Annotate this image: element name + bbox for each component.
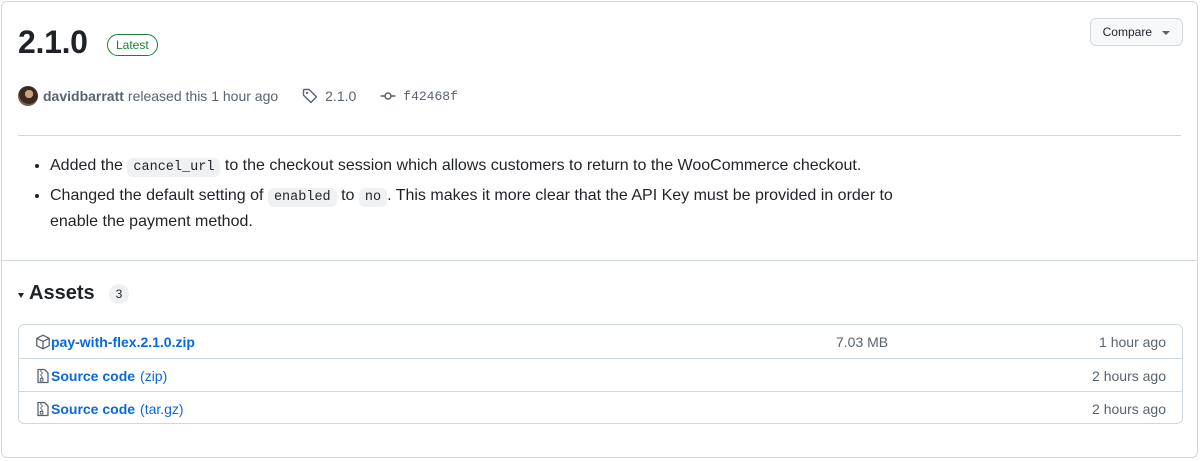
- release-meta: davidbarratt released this 1 hour ago 2.…: [18, 84, 458, 108]
- asset-link-sub: (zip): [140, 367, 168, 384]
- asset-link-label: Source code: [51, 400, 136, 417]
- assets-count: 3: [108, 283, 130, 304]
- compare-label: Compare: [1102, 25, 1152, 39]
- note-text: to the checkout session which allows cus…: [220, 157, 862, 174]
- asset-time: 2 hours ago: [1092, 400, 1166, 417]
- asset-time: 1 hour ago: [1099, 333, 1166, 350]
- triangle-down-icon: [18, 293, 24, 298]
- released-text: released this 1 hour ago: [127, 88, 279, 104]
- asset-link[interactable]: pay-with-flex.2.1.0.zip: [51, 334, 195, 350]
- latest-badge: Latest: [107, 34, 158, 56]
- asset-link[interactable]: Source code (tar.gz): [51, 401, 184, 417]
- tag-link[interactable]: 2.1.0: [302, 88, 356, 104]
- note-text: to: [336, 187, 359, 204]
- asset-size: 7.03 MB: [836, 333, 889, 350]
- file-zip-icon: [37, 368, 49, 384]
- assets-toggle[interactable]: Assets 3: [18, 282, 130, 305]
- note-text: Changed the default setting of: [50, 187, 268, 204]
- release-card: 2.1.0 Latest Compare davidbarratt releas…: [1, 1, 1198, 458]
- assets-title: Assets: [29, 282, 95, 304]
- author-link[interactable]: davidbarratt: [43, 88, 124, 104]
- chevron-down-icon: [1162, 31, 1170, 35]
- commit-sha: f42468f: [403, 88, 458, 104]
- package-icon: [36, 334, 50, 350]
- asset-row: pay-with-flex.2.1.0.zip 7.03 MB 1 hour a…: [19, 325, 1182, 358]
- tag-icon: [302, 88, 318, 104]
- header-divider: [18, 135, 1181, 136]
- asset-link[interactable]: Source code (zip): [51, 368, 167, 384]
- note-text: Added the: [50, 157, 128, 174]
- commit-link[interactable]: f42468f: [380, 88, 458, 104]
- section-divider: [2, 260, 1197, 261]
- note-item: Changed the default setting of enabled t…: [50, 184, 910, 234]
- commit-icon: [380, 92, 396, 100]
- tag-label: 2.1.0: [325, 88, 357, 104]
- inline-code: enabled: [267, 188, 337, 207]
- asset-link-label: Source code: [51, 367, 136, 384]
- compare-button[interactable]: Compare: [1089, 18, 1183, 46]
- asset-time: 2 hours ago: [1092, 367, 1166, 384]
- note-item: Added the cancel_url to the checkout ses…: [50, 154, 910, 180]
- release-notes: Added the cancel_url to the checkout ses…: [50, 154, 910, 238]
- asset-row: Source code (zip) 2 hours ago: [19, 358, 1182, 392]
- avatar[interactable]: [18, 86, 38, 106]
- inline-code: no: [358, 188, 388, 207]
- release-title[interactable]: 2.1.0: [18, 24, 88, 61]
- inline-code: cancel_url: [127, 158, 221, 177]
- asset-row: Source code (tar.gz) 2 hours ago: [19, 391, 1182, 425]
- file-zip-icon: [37, 401, 49, 417]
- assets-list: pay-with-flex.2.1.0.zip 7.03 MB 1 hour a…: [18, 324, 1183, 424]
- asset-link-sub: (tar.gz): [140, 400, 184, 417]
